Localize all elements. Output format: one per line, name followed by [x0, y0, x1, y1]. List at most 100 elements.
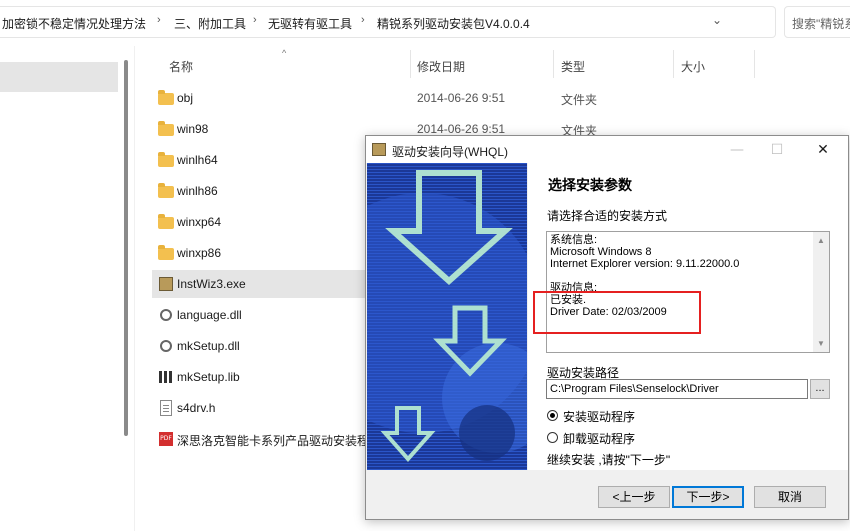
column-header-name[interactable]: 名称 — [169, 58, 193, 75]
file-row[interactable]: win98 — [152, 115, 374, 143]
file-row[interactable]: winxp86 — [152, 239, 374, 267]
file-name: winxp64 — [177, 215, 222, 229]
wizard-banner-image — [367, 163, 527, 470]
column-divider[interactable] — [754, 50, 755, 78]
exe-icon — [158, 276, 174, 292]
wizard-subheading: 请选择合适的安装方式 — [547, 209, 668, 223]
file-name: winxp86 — [177, 246, 222, 260]
folder-icon — [158, 121, 174, 137]
file-row[interactable]: mkSetup.lib — [152, 363, 374, 391]
file-name: InstWiz3.exe — [177, 277, 246, 291]
file-name: s4drv.h — [177, 401, 216, 415]
column-divider[interactable] — [553, 50, 554, 78]
info-line: Internet Explorer version: 9.11.22000.0 — [550, 258, 740, 270]
navigation-pane — [0, 46, 120, 531]
dialog-title: 驱动安装向导(WHQL) — [392, 145, 508, 159]
continue-hint: 继续安装 ,请按"下一步" — [547, 453, 671, 467]
info-line: 系统信息: — [550, 234, 598, 246]
column-header-type[interactable]: 类型 — [561, 58, 585, 75]
dialog-title-bar[interactable]: 驱动安装向导(WHQL) — ☐ ✕ — [366, 136, 848, 163]
app-icon — [372, 143, 386, 156]
highlight-box — [533, 291, 701, 334]
folder-icon — [158, 183, 174, 199]
breadcrumb-separator-icon: › — [253, 14, 257, 26]
file-name: mkSetup.dll — [177, 339, 240, 353]
back-button[interactable]: <上一步 — [598, 486, 670, 508]
pane-divider — [134, 46, 135, 531]
wizard-heading: 选择安装参数 — [548, 177, 632, 193]
folder-icon — [158, 214, 174, 230]
breadcrumb-item[interactable]: 精锐系列驱动安装包V4.0.0.4 — [377, 15, 530, 32]
column-header-size[interactable]: 大小 — [681, 58, 705, 75]
folder-icon — [158, 90, 174, 106]
column-divider[interactable] — [410, 50, 411, 78]
next-button[interactable]: 下一步> — [672, 486, 744, 508]
folder-icon-shape — [158, 183, 174, 198]
close-icon[interactable]: ✕ — [808, 140, 838, 160]
nav-scrollbar[interactable] — [124, 60, 128, 436]
pdf-icon: PDF — [158, 431, 174, 447]
cancel-button[interactable]: 取消 — [754, 486, 826, 508]
file-row[interactable]: PDF 深思洛克智能卡系列产品驱动安装程 — [152, 425, 374, 453]
install-radio[interactable] — [547, 410, 558, 421]
folder-icon-shape — [158, 90, 174, 105]
info-scrollbar[interactable]: ▲ ▼ — [813, 232, 829, 352]
maximize-icon[interactable]: ☐ — [762, 140, 792, 160]
file-row[interactable]: InstWiz3.exe — [152, 270, 374, 298]
nav-selected-item[interactable] — [0, 62, 118, 92]
folder-icon-shape — [158, 245, 174, 260]
folder-icon — [158, 245, 174, 261]
file-name: mkSetup.lib — [177, 370, 240, 384]
chevron-down-icon[interactable]: ⌄ — [712, 13, 722, 27]
scroll-down-icon[interactable]: ▼ — [817, 338, 825, 350]
install-path-input[interactable]: C:\Program Files\Senselock\Driver — [546, 379, 808, 399]
file-row[interactable]: s4drv.h — [152, 394, 374, 422]
breadcrumb-separator-icon: › — [361, 14, 365, 26]
sort-ascending-icon: ^ — [282, 48, 287, 58]
header-file-icon — [158, 400, 174, 416]
breadcrumb-item[interactable]: 三、附加工具 — [174, 15, 246, 32]
column-header-date[interactable]: 修改日期 — [417, 58, 465, 75]
breadcrumb-item[interactable]: 加密锁不稳定情况处理方法 — [2, 15, 146, 32]
pdf-icon-shape: PDF — [159, 432, 173, 446]
file-name: 深思洛克智能卡系列产品驱动安装程 — [177, 434, 370, 448]
file-row[interactable]: obj — [152, 84, 374, 112]
dll-icon — [158, 307, 174, 323]
file-row[interactable]: mkSetup.dll — [152, 332, 374, 360]
header-file-icon-shape — [160, 400, 172, 416]
file-date: 2014-06-26 9:51 — [417, 91, 506, 105]
scroll-up-icon[interactable]: ▲ — [817, 235, 825, 247]
file-name: language.dll — [177, 308, 242, 322]
minimize-icon[interactable]: — — [722, 140, 752, 160]
file-name: winlh86 — [177, 184, 218, 198]
file-row[interactable]: winlh64 — [152, 146, 374, 174]
file-type: 文件夹 — [561, 93, 598, 107]
folder-icon-shape — [158, 214, 174, 229]
file-row[interactable]: winlh86 — [152, 177, 374, 205]
address-bar-area: 加密锁不稳定情况处理方法 › 三、附加工具 › 无驱转有驱工具 › 精锐系列驱动… — [0, 0, 850, 46]
dll-icon — [158, 338, 174, 354]
uninstall-radio-label[interactable]: 卸载驱动程序 — [563, 430, 635, 447]
search-placeholder: 搜索"精锐系 — [792, 17, 850, 31]
file-name: winlh64 — [177, 153, 218, 167]
install-wizard-dialog: 驱动安装向导(WHQL) — ☐ ✕ 选择安装参数 请选择合适的安装方式 系统信… — [365, 135, 849, 520]
browse-button[interactable]: ... — [810, 379, 830, 399]
download-arrows-icon — [367, 163, 527, 470]
column-divider[interactable] — [673, 50, 674, 78]
file-name: obj — [177, 91, 194, 105]
install-radio-label[interactable]: 安装驱动程序 — [563, 408, 635, 425]
exe-icon-shape — [159, 277, 173, 291]
dll-icon-shape — [160, 309, 172, 321]
breadcrumb-separator-icon: › — [157, 14, 161, 26]
breadcrumb-item[interactable]: 无驱转有驱工具 — [268, 15, 352, 32]
folder-icon-shape — [158, 152, 174, 167]
file-row[interactable]: winxp64 — [152, 208, 374, 236]
file-date: 2014-06-26 9:51 — [417, 122, 506, 136]
info-line: Microsoft Windows 8 — [550, 246, 652, 258]
dll-icon-shape — [160, 340, 172, 352]
folder-icon — [158, 152, 174, 168]
uninstall-radio[interactable] — [547, 432, 558, 443]
lib-icon-shape — [159, 371, 173, 383]
file-row[interactable]: language.dll — [152, 301, 374, 329]
lib-icon — [158, 369, 174, 385]
